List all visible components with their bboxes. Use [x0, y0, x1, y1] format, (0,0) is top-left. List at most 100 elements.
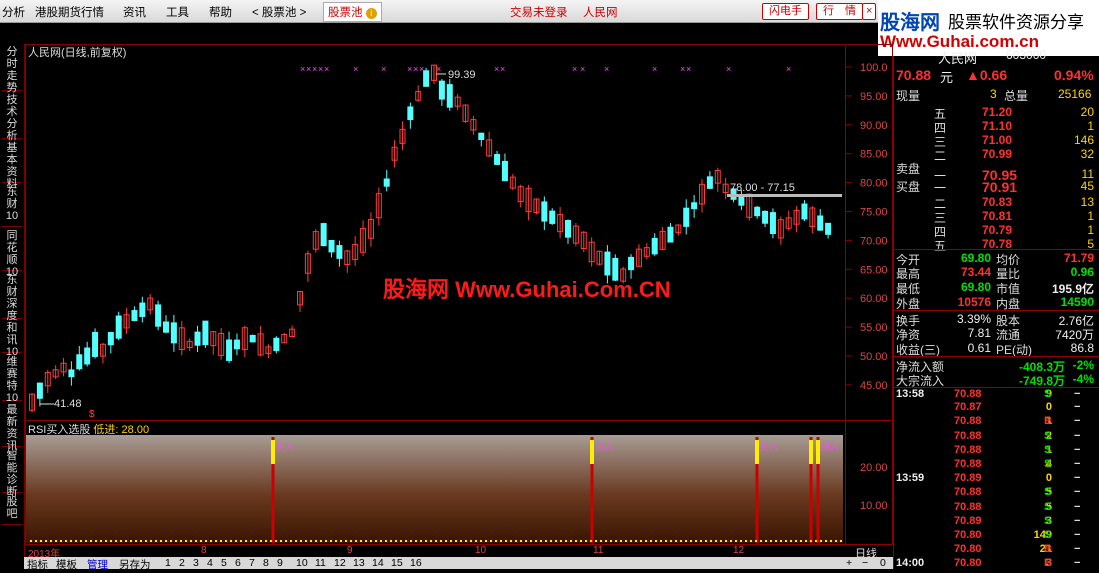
baseline-dot — [785, 540, 787, 542]
baseline-dot — [120, 540, 122, 542]
price-row: 70.88 元 ▲0.66 0.94% — [894, 66, 1099, 85]
tick-price: 70.88 — [954, 500, 982, 513]
baseline-dot — [110, 540, 112, 542]
baseline-dot — [300, 540, 302, 542]
zoom-in-button[interactable]: + — [846, 557, 852, 569]
baseline-dot — [585, 540, 587, 542]
indicator-number-tab[interactable]: 5 — [221, 557, 227, 569]
signal-marker: × — [500, 64, 505, 74]
candle-body — [139, 302, 146, 317]
tick-dash: − — [1074, 401, 1081, 414]
indicator-number-tab[interactable]: 15 — [391, 557, 403, 569]
baseline-dot — [175, 540, 177, 542]
manage-tab[interactable]: 管理 — [87, 557, 108, 572]
tick-side: B — [1044, 415, 1052, 428]
baseline-dot — [500, 540, 502, 542]
candle-body — [36, 382, 43, 399]
candle-body — [423, 70, 430, 87]
baseline-dot — [660, 540, 662, 542]
baseline-dot — [75, 540, 77, 542]
candle-body — [691, 202, 698, 210]
baseline-dot — [200, 540, 202, 542]
indicator-number-tab[interactable]: 8 — [263, 557, 269, 569]
baseline-dot — [210, 540, 212, 542]
baseline-dot — [800, 540, 802, 542]
stat2-row: 收益(三) 0.61 PE(动) 86.8 — [894, 340, 1099, 357]
tick-dash: − — [1074, 388, 1081, 400]
indicator-number-tab[interactable]: 4 — [207, 557, 213, 569]
baseline-dot — [115, 540, 117, 542]
indicator-number-tab[interactable]: 13 — [353, 557, 365, 569]
tick-side: S — [1044, 458, 1052, 470]
indicator-number-tab[interactable]: 11 — [315, 557, 326, 569]
baseline-dot — [540, 540, 542, 542]
baseline-dot — [555, 540, 557, 542]
save-as-tab[interactable]: 另存为 — [119, 557, 151, 572]
zoom-out-button[interactable]: − — [862, 557, 868, 569]
baseline-dot — [460, 540, 462, 542]
baseline-dot — [105, 540, 107, 542]
indicator-tab[interactable]: 指标 — [27, 557, 48, 572]
baseline-dot — [735, 540, 737, 542]
baseline-dot — [240, 540, 242, 542]
signal-marker: × — [312, 64, 317, 74]
signal-highlight — [809, 440, 813, 464]
baseline-dot — [680, 540, 682, 542]
candle-body — [683, 207, 690, 227]
candle-body — [170, 322, 177, 344]
indicator-number-tab[interactable]: 10 — [296, 557, 308, 569]
tick-price: 70.80 — [954, 557, 982, 570]
buy-level-volume: 1 — [1087, 223, 1094, 237]
baseline-dot — [575, 540, 577, 542]
baseline-dot — [670, 540, 672, 542]
tick-dash: − — [1074, 543, 1081, 556]
candle-body — [155, 304, 162, 327]
time-label: 11 — [593, 545, 604, 556]
indicator-param-value: 28.00 — [121, 424, 150, 436]
baseline-dot — [30, 540, 32, 542]
reset-button[interactable]: 0 — [880, 557, 886, 569]
candle-body — [407, 106, 414, 121]
indicator-number-tab[interactable]: 2 — [179, 557, 185, 569]
indicator-number-tab[interactable]: 6 — [235, 557, 241, 569]
signal-label: 买入 — [276, 442, 294, 452]
baseline-dot — [140, 540, 142, 542]
baseline-dot — [280, 540, 282, 542]
indicator-number-tab[interactable]: 1 — [165, 557, 171, 569]
baseline-dot — [520, 540, 522, 542]
indicator-number-tab[interactable]: 14 — [372, 557, 384, 569]
candle-body — [706, 176, 713, 189]
indicator-number-tab[interactable]: 3 — [193, 557, 199, 569]
price-tick-label: 55.00 — [860, 322, 888, 334]
baseline-dot — [170, 540, 172, 542]
indicator-number-tab[interactable]: 7 — [249, 557, 255, 569]
tick-price: 70.80 — [954, 543, 982, 556]
template-tab[interactable]: 模板 — [56, 557, 77, 572]
baseline-dot — [550, 540, 552, 542]
tick-price: 70.89 — [954, 514, 982, 527]
baseline-dot — [270, 540, 272, 542]
baseline-dot — [640, 540, 642, 542]
signal-label: 买入 — [760, 442, 778, 452]
baseline-dot — [490, 540, 492, 542]
time-label: 9 — [347, 545, 353, 556]
buy-level-row[interactable]: 一 70.91 45 — [894, 178, 1099, 195]
baseline-dot — [320, 540, 322, 542]
baseline-dot — [705, 540, 707, 542]
price-tick-label: 70.00 — [860, 235, 888, 247]
baseline-dot — [475, 540, 477, 542]
baseline-dot — [40, 540, 42, 542]
baseline-dot — [60, 540, 62, 542]
tick-price: 70.88 — [954, 486, 982, 499]
baseline-dot — [775, 540, 777, 542]
stat-value: 71.79 — [1063, 251, 1094, 265]
baseline-dot — [345, 540, 347, 542]
baseline-dot — [780, 540, 782, 542]
baseline-dot — [560, 540, 562, 542]
baseline-dot — [795, 540, 797, 542]
watermark-text: 股海网 Www.Guhai.Com.CN — [383, 277, 671, 302]
quote-panel: 人民网 603000 70.88 元 ▲0.66 0.94% 现量 3 总量 2… — [893, 48, 1099, 570]
indicator-number-tab[interactable]: 16 — [410, 557, 422, 569]
indicator-number-tab[interactable]: 12 — [334, 557, 346, 569]
indicator-number-tab[interactable]: 9 — [277, 557, 283, 569]
